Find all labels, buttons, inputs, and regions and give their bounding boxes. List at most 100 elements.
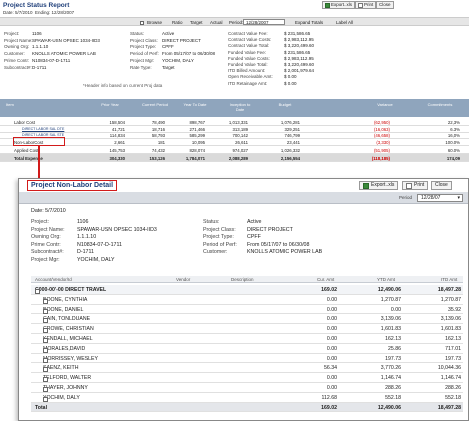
amount-cell: 3,139.06 [380,316,401,323]
amount-cell: 112.68 [321,394,337,401]
expand-toggle-icon[interactable] [35,289,40,294]
expand-toggle-icon[interactable] [43,387,48,392]
col-commitments: Commitments [427,102,453,107]
cost-row[interactable]: Non-LaborCost 2,661 181 10,095 26,611 23,441(… [0,138,469,146]
cost-cell: 1,013,331 [228,119,248,125]
expand-toggle-icon[interactable] [43,308,48,314]
employee-row[interactable]: KENDALL, MICHAEL 0.00 162.13 162.13 [31,334,463,344]
expand-toggle-icon[interactable] [43,328,48,334]
cost-cell: 700,142 [232,132,248,138]
amount-cell: 197.73 [385,355,401,362]
cost-cell: 2,088,289 [228,155,248,161]
target-radio[interactable]: Target [190,20,203,25]
detail-field-label: Subcontract#: [31,249,64,256]
cost-cell: 304,330 [109,155,125,161]
expand-toggle-icon[interactable] [43,318,48,324]
amount-cell: 169.02 [321,404,337,411]
detail-print-button[interactable]: Print [402,181,429,190]
field-project-type: Project Type: CPFF [130,44,174,50]
col-itd-amt: ITD Amt [441,277,458,282]
detail-field-value: DIRECT PROJECT [247,226,293,233]
cost-cell: (46,658) [373,132,390,138]
expand-toggle-icon[interactable] [43,347,48,353]
browse-checkbox[interactable]: Browse [140,20,162,25]
ratio-radio[interactable]: Ratio [172,20,183,25]
amount-cell: 162.13 [385,336,401,342]
detail-field-label: Customer: [203,249,228,256]
detail-period-select[interactable]: 12/28/07 ▾ [417,194,463,202]
detail-field-label: Project Mgr: [31,257,60,263]
detail-field-value: SPAWAR-USN OPSEC 1034-IID3 [77,226,157,233]
employee-row[interactable]: CROWE, CHRISTIAN 0.00 1,601.83 1,601.83 [31,324,463,334]
field-project: Project: 1106 [4,31,42,36]
employee-row[interactable]: BOONE, CYNTHIA 0.00 1,270.87 1,270.87 [31,295,463,305]
cost-row[interactable]: Total Expense 304,330 153,126 1,784,071 2,08… [0,154,469,162]
detail-field-label: Owning Org: [31,234,61,241]
employee-row[interactable]: MORRISSEY, WESLEY 0.00 197.73 197.73 [31,354,463,364]
report-date: Date: 5/7/2010 Ending: 12/28/2007 [3,10,75,15]
detail-field-label: Project Name: [31,226,65,233]
field-status: Status: Active [130,31,175,36]
expand-toggle-icon[interactable] [43,338,48,343]
detail-field-value: CPFF [247,234,261,241]
detail-export-xls-button[interactable]: Export..xls [359,181,399,190]
field-subcontract: Subcontract#:D-1711 [4,64,47,70]
cost-cell: 585,299 [189,132,205,138]
period-select[interactable]: 12/28/2007 [243,19,285,25]
expand-toggle-icon[interactable] [43,357,48,363]
amount-cell: 0.00 [326,336,337,342]
options-bar: Browse Ratio Target Actual Period: 12/28… [0,17,469,26]
amount-cell: 18,497.28 [437,287,461,293]
employee-row-label: TELFORD, WALTER [43,375,92,383]
cost-cell: 16,0% [447,132,460,138]
total-row[interactable]: Total 169.02 12,490.06 18,497.28 [31,402,463,413]
col-ytd: Year To Date [183,102,207,107]
account-group-row[interactable]: C000-00'-00 DIRECT TRAVEL 169.02 12,490.06… [31,285,463,295]
field-funded-value-costs: Funded Value Costs: $ 2,983,112.95 [228,55,314,61]
expand-toggle-icon[interactable] [43,298,48,304]
field-rate-type: Rate Type: Target [130,64,175,70]
detail-field-value: From 05/17/07 to 06/30/08 [247,241,310,248]
actual-radio[interactable]: Actual [210,20,223,25]
employee-row[interactable]: THAYER, JOHNNY 0.00 288.26 288.26 [31,383,463,393]
employee-row-label: YOCHIM, DALY [43,394,80,402]
cost-cell: 828,074 [189,147,205,153]
print-button[interactable]: Print [355,1,377,9]
field-itd-retainage-amt: ITD Retainage Amt: $ 0.00 [228,80,297,86]
employee-row[interactable]: TELFORD, WALTER 0.00 1,146.74 1,146.74 [31,373,463,383]
employee-row-label: KENDALL, MICHAEL [43,336,93,343]
cost-cell: 158,504 [109,119,125,125]
employee-row[interactable]: BOONE, DANIEL 0.00 0.00 35.92 [31,305,463,315]
employee-row-label: SAENZ, KEITH [43,365,79,373]
employee-row[interactable]: CAIN, TONLDUANE 0.00 3,139.06 3,139.06 [31,314,463,325]
employee-row-label: CROWE, CHRISTIAN [43,326,94,334]
cost-cell: 1,026,332 [280,147,300,153]
amount-cell: 0.00 [326,296,337,303]
detail-field-value: Active [247,219,262,225]
cost-row-label: Applied Cost [14,147,39,153]
amount-cell: 25.86 [388,345,401,352]
cost-cell: 174,09 [446,155,460,161]
amount-cell: 0.00 [326,385,337,391]
cost-cell: 145,753 [109,147,125,153]
amount-cell: 288.26 [445,385,461,391]
employee-row[interactable]: YOCHIM, DALY 112.68 552.18 552.18 [31,393,463,403]
field-customer: Customer: KNOLLS ATOMIC POWER LAB [4,51,96,57]
expand-totals-checkbox[interactable]: Expand Totals [295,20,323,25]
close-button[interactable]: Close [376,1,394,9]
expand-toggle-icon[interactable] [43,367,48,373]
highlight-connector [38,146,40,182]
employee-row[interactable]: MORALES,DAVID 0.00 25.86 717.01 [31,344,463,354]
amount-cell: 0.00 [326,355,337,362]
cost-cell: 1,784,071 [185,155,205,161]
expand-toggle-icon[interactable] [43,396,48,402]
expand-toggle-icon[interactable] [43,377,48,383]
cost-row[interactable]: Applied Cost 145,753 74,432 828,074 974,027 1… [0,146,469,154]
detail-close-button[interactable]: Close [431,181,452,190]
export-xls-button[interactable]: Export..xls [322,1,356,9]
field-contract-value-costs: Contract Value Costs: $ 2,983,112.95 [228,37,314,43]
label-all-checkbox[interactable]: Label All [336,20,353,25]
cost-cell: 58,793 [151,132,165,138]
excel-icon [325,2,330,8]
employee-row[interactable]: SAENZ, KEITH 56.34 3,770.26 10,044.36 [31,363,463,374]
